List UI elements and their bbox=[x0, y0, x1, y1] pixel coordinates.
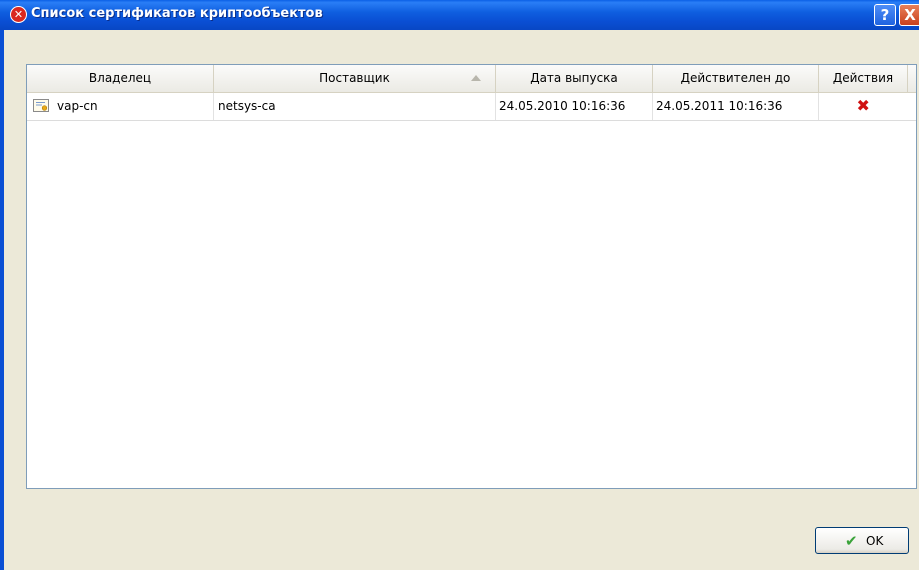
column-header-owner[interactable]: Владелец bbox=[27, 65, 214, 92]
column-header-issuer[interactable]: Поставщик bbox=[214, 65, 496, 92]
table-header: Владелец Поставщик Дата выпуска Действит… bbox=[27, 65, 916, 93]
help-button[interactable]: ? bbox=[874, 4, 896, 26]
column-header-actions[interactable]: Действия bbox=[819, 65, 908, 92]
table-row[interactable]: vap-cn netsys-ca 24.05.2010 10:16:36 24.… bbox=[27, 93, 916, 121]
owner-value: vap-cn bbox=[57, 99, 98, 113]
ok-button-label: OK bbox=[866, 534, 884, 548]
window-title: Список сертификатов криптообъектов bbox=[31, 6, 323, 21]
column-header-valid-until[interactable]: Действителен до bbox=[653, 65, 819, 92]
issue-date-cell: 24.05.2010 10:16:36 bbox=[496, 93, 653, 120]
checkmark-icon: ✔ bbox=[845, 532, 858, 550]
column-header-issue-date[interactable]: Дата выпуска bbox=[496, 65, 653, 92]
sort-ascending-icon bbox=[471, 75, 481, 81]
column-header-issuer-label: Поставщик bbox=[319, 71, 390, 85]
owner-cell: vap-cn bbox=[27, 93, 214, 120]
app-logo-icon: ✕ bbox=[10, 6, 27, 23]
certificate-icon bbox=[33, 99, 49, 112]
delete-icon[interactable]: ✖ bbox=[857, 97, 870, 115]
certificates-table: Владелец Поставщик Дата выпуска Действит… bbox=[26, 64, 917, 489]
close-button[interactable]: X bbox=[899, 4, 919, 26]
issue-date-value: 24.05.2010 10:16:36 bbox=[499, 99, 626, 113]
issuer-value: netsys-ca bbox=[218, 99, 276, 113]
ok-button[interactable]: ✔ OK bbox=[815, 527, 909, 554]
valid-until-value: 24.05.2011 10:16:36 bbox=[656, 99, 783, 113]
certificates-dialog: ✕ Список сертификатов криптообъектов ? X… bbox=[0, 0, 919, 570]
window-border bbox=[0, 30, 4, 570]
issuer-cell: netsys-ca bbox=[214, 93, 496, 120]
valid-until-cell: 24.05.2011 10:16:36 bbox=[653, 93, 819, 120]
actions-cell: ✖ bbox=[819, 93, 908, 120]
title-bar[interactable]: ✕ Список сертификатов криптообъектов ? X bbox=[0, 0, 919, 30]
